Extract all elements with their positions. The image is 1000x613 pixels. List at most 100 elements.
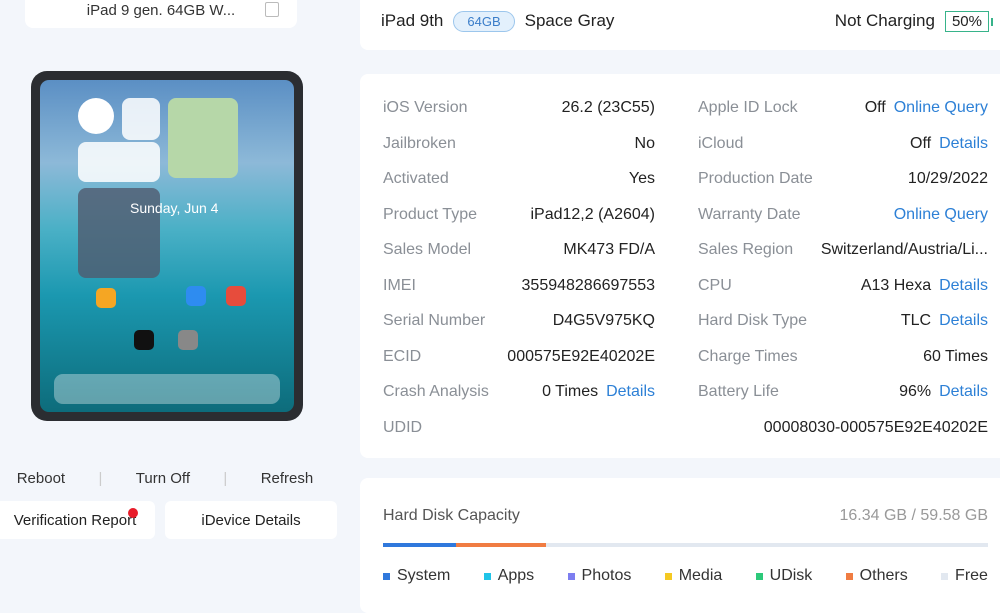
disk-usage-bar xyxy=(383,543,988,547)
app-icon xyxy=(96,288,116,308)
device-actions: Reboot | Turn Off | Refresh xyxy=(0,470,330,487)
legend-swatch xyxy=(383,572,390,580)
value-text: No xyxy=(634,134,655,152)
info-row: Production Date 10/29/2022 xyxy=(698,169,988,189)
legend-label: Photos xyxy=(581,567,632,584)
info-value: 000575E92E40202E xyxy=(507,348,655,366)
disk-capacity-panel: Hard Disk Capacity 16.34 GB / 59.58 GB S… xyxy=(360,478,1000,613)
info-label: iOS Version xyxy=(383,99,468,116)
udid-value: 00008030-000575E92E40202E xyxy=(763,418,988,436)
device-image: Sunday, Jun 4 xyxy=(31,71,303,421)
info-link[interactable]: Online Query xyxy=(894,206,988,223)
info-row: iCloud Off Details xyxy=(698,134,988,154)
info-row: Hard Disk Type TLC Details xyxy=(698,311,988,331)
info-value: 355948286697553 xyxy=(522,277,655,295)
value-text: 10/29/2022 xyxy=(907,170,988,187)
legend-swatch xyxy=(941,572,949,580)
info-row: IMEI 355948286697553 xyxy=(383,276,655,296)
info-label: Battery Life xyxy=(698,383,779,400)
info-link[interactable]: Details xyxy=(606,383,655,400)
reboot-button[interactable]: Reboot xyxy=(17,470,65,487)
value-text: iPad12,2 (A2604) xyxy=(530,205,655,223)
usage-segment-others xyxy=(455,543,547,547)
charging-status: Not Charging xyxy=(834,11,935,30)
info-row: Product Type iPad12,2 (A2604) xyxy=(383,205,655,225)
info-label: Production Date xyxy=(698,170,813,187)
value-text: TLC xyxy=(900,312,932,329)
info-link[interactable]: Details xyxy=(939,135,988,152)
info-value: 26.2 (23C55) xyxy=(562,99,655,117)
info-row: Warranty Date Online Query xyxy=(698,205,988,225)
info-label: Jailbroken xyxy=(383,134,456,152)
settings-icon xyxy=(178,330,198,350)
legend-label: Apps xyxy=(497,567,535,584)
legend-swatch xyxy=(755,572,763,580)
info-row: Apple ID Lock Off Online Query xyxy=(698,98,988,118)
info-label: ECID xyxy=(383,347,422,365)
idevice-details-label: iDevice Details xyxy=(201,511,301,529)
value-text: 96% xyxy=(899,383,932,400)
value-text: 000575E92E40202E xyxy=(507,347,655,365)
device-color: Space Gray xyxy=(524,11,615,30)
legend-item: System xyxy=(383,567,450,585)
usage-segment-system xyxy=(383,543,456,547)
info-row: Serial Number D4G5V975KQ xyxy=(383,311,655,331)
info-value: MK473 FD/A xyxy=(563,241,655,259)
value-text: 0 Times xyxy=(542,383,599,400)
app-icon xyxy=(226,286,246,306)
device-header: iPad 9th 64GB Space Gray Not Charging 50… xyxy=(360,0,1000,50)
info-label: Charge Times xyxy=(698,347,798,365)
idevice-details-button[interactable]: iDevice Details xyxy=(165,501,337,539)
info-row: Charge Times 60 Times xyxy=(698,347,988,367)
legend-item: Apps xyxy=(483,567,535,585)
legend-item: Others xyxy=(845,567,908,585)
info-value: Off Online Query xyxy=(865,99,988,117)
info-label: iCloud xyxy=(698,134,744,152)
clock-widget xyxy=(78,98,114,134)
refresh-button[interactable]: Refresh xyxy=(261,470,314,487)
verification-report-button[interactable]: Verification Report xyxy=(0,501,155,539)
info-label: Serial Number xyxy=(383,312,486,329)
info-label: Sales Region xyxy=(698,241,794,258)
info-row: ECID 000575E92E40202E xyxy=(383,347,655,367)
legend-swatch xyxy=(845,572,853,580)
info-label: CPU xyxy=(698,276,732,294)
info-row: Sales Model MK473 FD/A xyxy=(383,240,655,260)
value-text: 26.2 (23C55) xyxy=(561,99,655,116)
value-text: A13 Hexa xyxy=(860,276,932,294)
info-value: A13 Hexa Details xyxy=(861,277,988,295)
calendar-widget xyxy=(78,142,160,182)
legend-item: Free xyxy=(941,567,988,585)
value-text: 355948286697553 xyxy=(521,276,655,294)
info-link[interactable]: Online Query xyxy=(894,99,988,116)
device-name: iPad 9 gen. 64GB W... xyxy=(86,1,236,19)
info-label: Sales Model xyxy=(383,241,472,258)
verification-report-label: Verification Report xyxy=(13,511,137,529)
info-value: Switzerland/Austria/Li... xyxy=(821,241,988,259)
info-label: Warranty Date xyxy=(698,205,801,223)
info-link[interactable]: Details xyxy=(939,383,988,400)
info-row: CPU A13 Hexa Details xyxy=(698,276,988,296)
value-text: Off xyxy=(864,99,886,116)
info-value: Off Details xyxy=(910,135,988,153)
legend-item: Media xyxy=(664,567,722,585)
edit-icon[interactable] xyxy=(265,2,279,17)
legend-label: UDisk xyxy=(769,567,813,584)
info-label: IMEI xyxy=(383,276,416,294)
info-row: Crash Analysis 0 Times Details xyxy=(383,382,655,402)
turn-off-button[interactable]: Turn Off xyxy=(136,470,190,487)
info-link[interactable]: Details xyxy=(939,312,988,329)
info-row: Activated Yes xyxy=(383,169,655,189)
battery-indicator: 50% xyxy=(944,10,994,32)
disk-size: 16.34 GB / 59.58 GB xyxy=(839,507,988,524)
tv-icon xyxy=(134,330,154,350)
info-value: Online Query xyxy=(886,206,988,224)
info-label: Apple ID Lock xyxy=(698,99,798,116)
info-value: No xyxy=(635,135,655,153)
value-text: D4G5V975KQ xyxy=(552,312,655,329)
info-value: iPad12,2 (A2604) xyxy=(530,206,655,224)
info-link[interactable]: Details xyxy=(939,277,988,294)
info-row: Battery Life 96% Details xyxy=(698,382,988,402)
info-label: Product Type xyxy=(383,205,477,223)
device-name-card: iPad 9 gen. 64GB W... xyxy=(25,0,297,28)
